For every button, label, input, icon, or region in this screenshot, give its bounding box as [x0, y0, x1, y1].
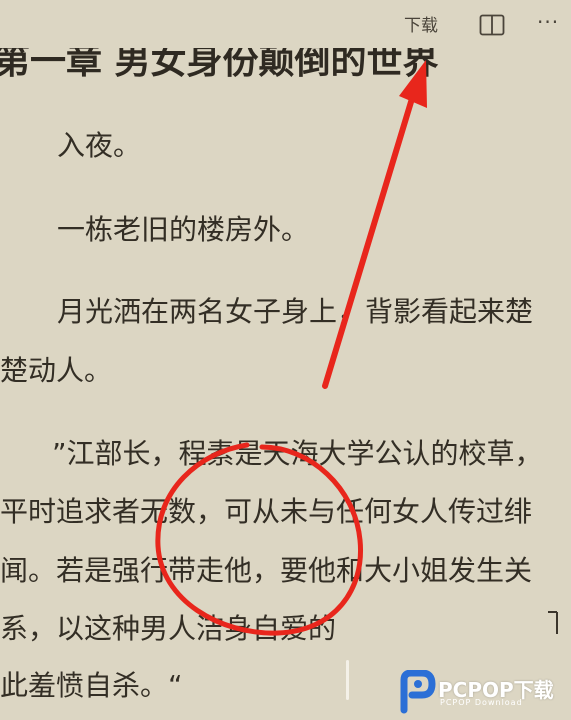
text-line: 一栋老旧的楼房外。 [57, 213, 310, 246]
text-line: 此羞愤自杀。“ [0, 669, 183, 702]
more-options-button[interactable]: ··· [537, 10, 559, 34]
text-line: 系，以这种男人洁身自爱的 [0, 612, 337, 645]
scroll-indicator [346, 660, 349, 700]
watermark-subtitle: PCPOP Download [440, 698, 523, 707]
book-open-icon[interactable] [479, 14, 505, 36]
text-line: 闻。若是强行带走他，要他和大小姐发生关 [0, 554, 533, 587]
watermark: PCPOP下载 PCPOP Download [396, 668, 568, 716]
download-button[interactable]: 下载 [404, 14, 438, 38]
text-line: 平时追求者无数，可从未与任何女人传过绯 [0, 495, 533, 528]
text-line: 楚动人。 [0, 354, 113, 387]
text-line: 月光洒在两名女子身上，背影看起来楚 [57, 295, 534, 328]
pcpop-logo-icon [400, 670, 436, 714]
red-arrow-icon [322, 60, 427, 389]
reader-page: 下载 ··· 第一章 男女身份颠倒的世界 入夜。 一栋老旧的楼房外。 月光洒在两… [0, 0, 571, 720]
text-line: 入夜。 [57, 129, 142, 162]
top-toolbar: 下载 ··· [0, 0, 571, 52]
red-circle-icon [155, 442, 364, 636]
text-line: ”江部长，程素是天海大学公认的校草， [52, 437, 543, 470]
